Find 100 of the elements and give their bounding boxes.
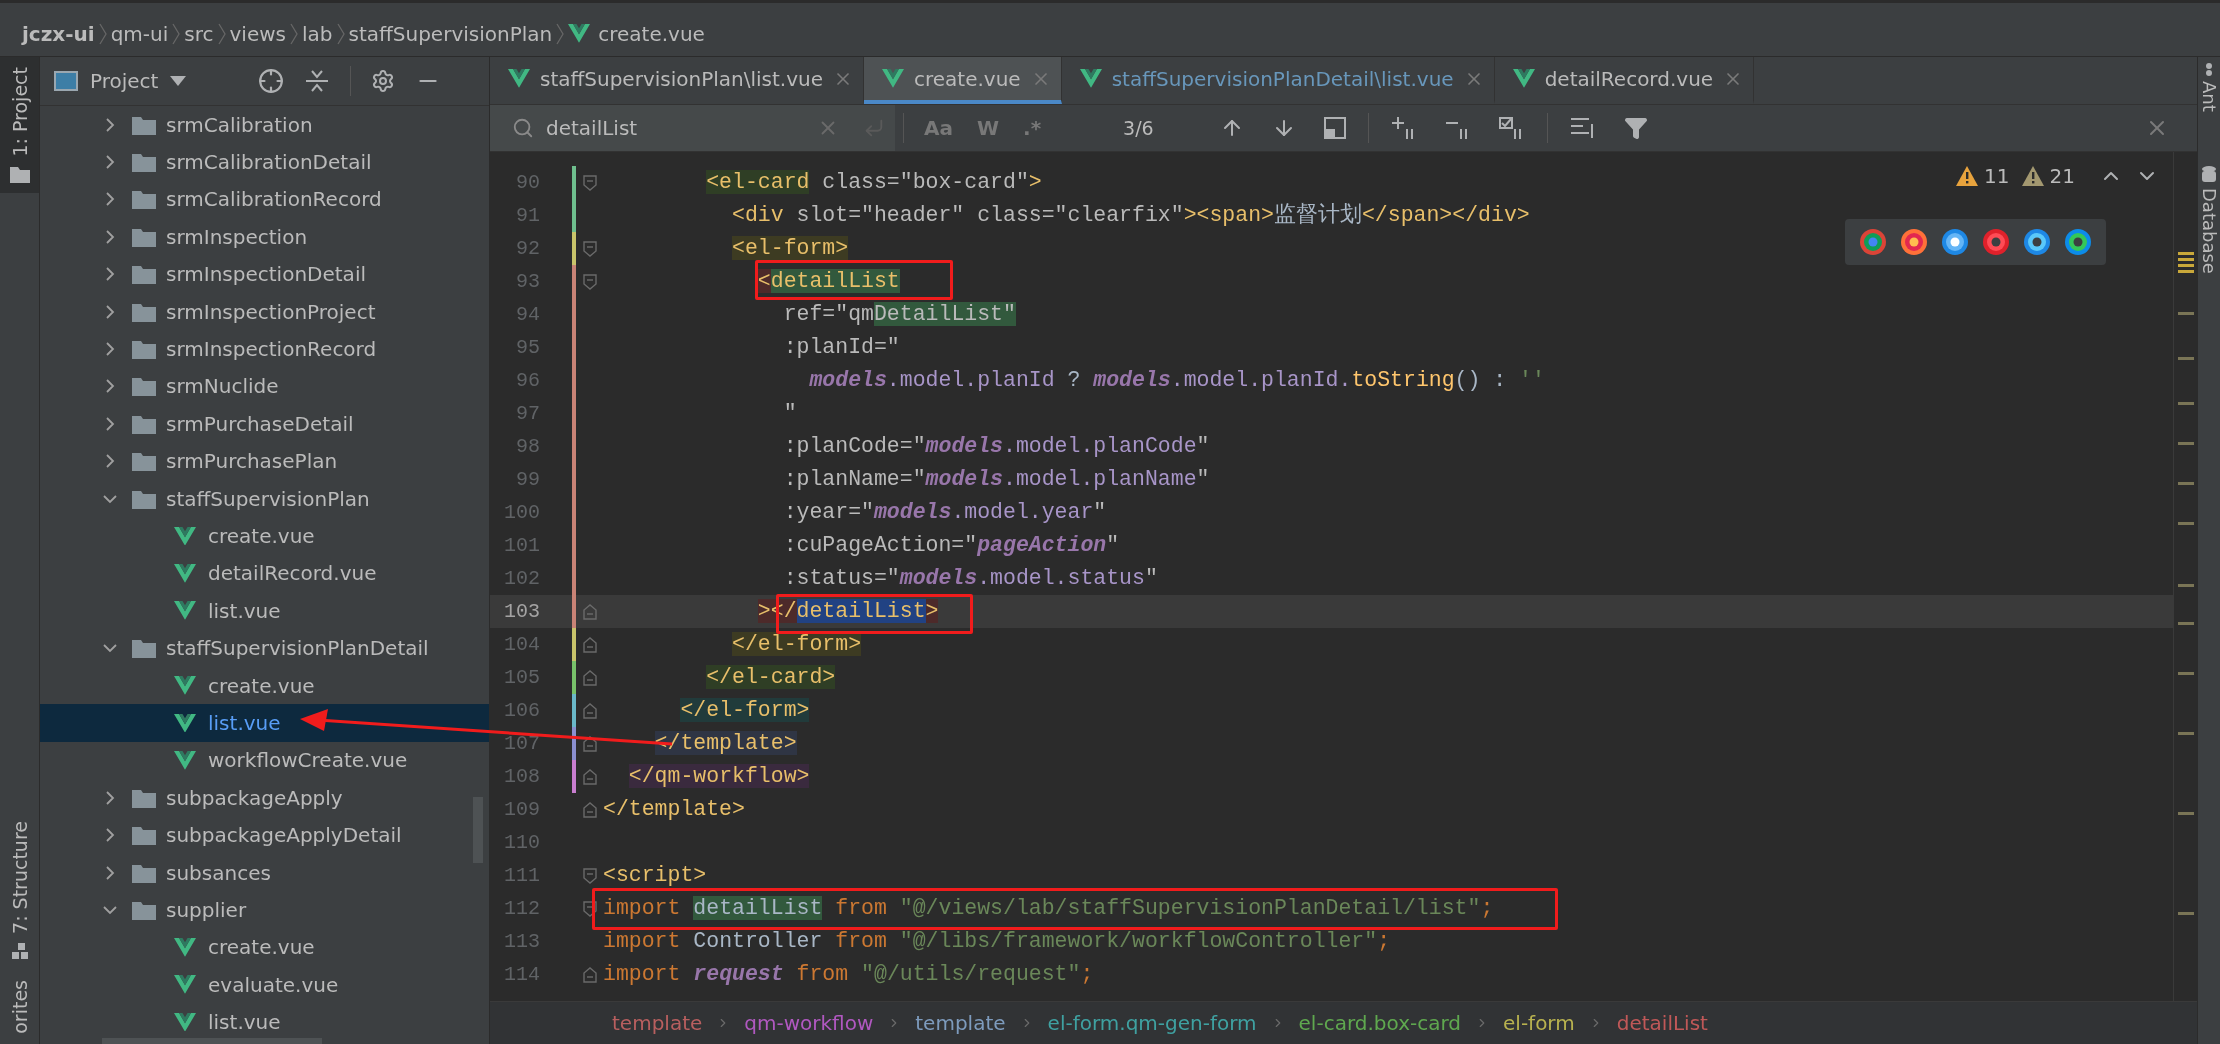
chevron-right-icon[interactable]: [103, 155, 117, 170]
tree-item[interactable]: list.vue: [40, 1003, 489, 1041]
breadcrumb-item[interactable]: src: [184, 21, 214, 46]
chevron-right-icon[interactable]: [103, 342, 117, 357]
lines-icon: [1569, 116, 1596, 140]
breadcrumb-item[interactable]: lab: [302, 21, 333, 46]
browser-icon[interactable]: [1941, 228, 1970, 256]
panel-title[interactable]: Project: [90, 69, 159, 93]
tool-window-tab[interactable]: Ant: [2198, 61, 2220, 112]
tree-item[interactable]: srmCalibrationRecord: [40, 180, 489, 219]
settings-icon[interactable]: [371, 69, 396, 93]
breadcrumb-item[interactable]: staffSupervisionPlan: [348, 21, 553, 46]
tree-item[interactable]: srmInspectionDetail: [40, 255, 489, 293]
tree-item[interactable]: create.vue: [40, 666, 489, 705]
tree-item[interactable]: evaluate.vue: [40, 966, 489, 1004]
breadcrumb-item[interactable]: template: [915, 1011, 1006, 1035]
folder-icon: [132, 189, 156, 210]
editor-tab[interactable]: create.vue: [864, 57, 1062, 104]
breadcrumb-item[interactable]: el-card.box-card: [1298, 1011, 1461, 1035]
tree-item[interactable]: srmInspectionProject: [40, 292, 489, 331]
filter-icon: [1623, 116, 1648, 140]
tree-item[interactable]: workflowCreate.vue: [40, 741, 489, 780]
fold-icon[interactable]: [583, 966, 597, 983]
tool-window-tab[interactable]: 1: Project: [0, 57, 39, 193]
chevron-right-icon[interactable]: [103, 454, 117, 469]
tree-item[interactable]: subsances: [40, 853, 489, 892]
chevron-right-icon[interactable]: [103, 865, 117, 880]
tool-window-tab[interactable]: Database: [2198, 165, 2220, 274]
tree-item[interactable]: staffSupervisionPlan: [40, 479, 489, 518]
line-number: 101: [503, 534, 540, 557]
tool-window-tab[interactable]: orites: [0, 970, 39, 1044]
fold-icon[interactable]: [583, 900, 597, 917]
breadcrumb-item[interactable]: qm-workflow: [744, 1011, 874, 1035]
breadcrumb-item[interactable]: el-form.qm-gen-form: [1047, 1011, 1257, 1035]
tree-item[interactable]: srmInspection: [40, 218, 489, 256]
search-field[interactable]: detailList: [544, 115, 807, 141]
breadcrumb-item[interactable]: qm-ui: [110, 21, 169, 46]
breadcrumb-item[interactable]: template: [612, 1011, 703, 1035]
tree-item[interactable]: subpackageApplyDetail: [40, 816, 489, 854]
chevron-right-icon[interactable]: [103, 192, 117, 207]
breadcrumb-item[interactable]: el-form: [1503, 1011, 1575, 1035]
browser-icon[interactable]: [2063, 228, 2092, 256]
vue-file-icon: [174, 601, 196, 621]
search-box[interactable]: detailList: [490, 105, 895, 151]
fold-icon[interactable]: [583, 273, 597, 290]
chevron-right-icon[interactable]: [103, 267, 117, 282]
line-number: 99: [515, 468, 540, 491]
breadcrumb-item[interactable]: create.vue: [568, 21, 705, 46]
tree-item[interactable]: list.vue: [40, 704, 489, 742]
collapse-all-icon[interactable]: [304, 68, 331, 94]
editor-tab[interactable]: staffSupervisionPlanDetail\list.vue: [1061, 57, 1495, 104]
tree-item[interactable]: create.vue: [40, 517, 489, 555]
fold-icon[interactable]: [583, 174, 597, 191]
chevron-right-icon[interactable]: [103, 828, 117, 843]
inspection-count[interactable]: 11: [1956, 164, 2010, 188]
browser-icon[interactable]: [2022, 228, 2051, 256]
chevron-right-icon[interactable]: [103, 304, 117, 319]
tree-item[interactable]: srmPurchaseDetail: [40, 405, 489, 443]
tree-item[interactable]: create.vue: [40, 928, 489, 966]
inspection-count[interactable]: 21: [2021, 164, 2075, 188]
fold-icon[interactable]: [583, 867, 597, 884]
chevron-right-icon[interactable]: [103, 229, 117, 244]
breadcrumb-item[interactable]: views: [229, 21, 286, 46]
vue-file-icon: [568, 24, 591, 43]
code-line: import request from "@/utils/request";: [603, 961, 1094, 988]
dropdown-caret-icon[interactable]: [170, 76, 187, 86]
tree-item[interactable]: srmPurchasePlan: [40, 442, 489, 480]
folder-icon: [132, 339, 156, 360]
tree-item[interactable]: supplier: [40, 891, 489, 929]
fold-icon[interactable]: [583, 669, 597, 686]
tree-item[interactable]: srmCalibration: [40, 106, 489, 144]
folder-icon: [132, 638, 156, 659]
fold-icon[interactable]: [583, 636, 597, 653]
tree-item[interactable]: list.vue: [40, 592, 489, 630]
fold-icon[interactable]: [583, 240, 597, 257]
tree-item[interactable]: subpackageApply: [40, 779, 489, 817]
code-line: models.model.planId ? models.model.planId.toString() : '': [808, 367, 1545, 394]
tree-item[interactable]: detailRecord.vue: [40, 554, 489, 593]
vue-file-icon: [174, 676, 196, 695]
line-number: 114: [503, 963, 540, 986]
breadcrumb-item[interactable]: detailList: [1616, 1011, 1708, 1035]
tool-window-tab[interactable]: 7: Structure: [0, 811, 39, 971]
browser-icon[interactable]: [1900, 228, 1929, 256]
editor-tab[interactable]: detailRecord.vue: [1494, 57, 1755, 104]
fold-icon[interactable]: [583, 768, 597, 785]
tree-item[interactable]: staffSupervisionPlanDetail: [40, 629, 489, 667]
chevron-right-icon[interactable]: [103, 416, 117, 431]
fold-icon[interactable]: [583, 735, 597, 752]
tree-item[interactable]: srmCalibrationDetail: [40, 143, 489, 181]
code-line: </template>: [603, 796, 745, 823]
tree-item[interactable]: srmInspectionRecord: [40, 330, 489, 368]
fold-icon[interactable]: [583, 801, 597, 818]
tree-item[interactable]: srmNuclide: [40, 367, 489, 406]
chevron-right-icon[interactable]: [103, 379, 117, 394]
chevron-right-icon[interactable]: [103, 790, 117, 805]
breadcrumb-item[interactable]: jczx-ui: [22, 21, 95, 46]
search-icon[interactable]: [512, 117, 534, 139]
fold-icon[interactable]: [583, 702, 597, 719]
locate-icon[interactable]: [258, 68, 285, 94]
chevron-right-icon[interactable]: [103, 117, 117, 132]
